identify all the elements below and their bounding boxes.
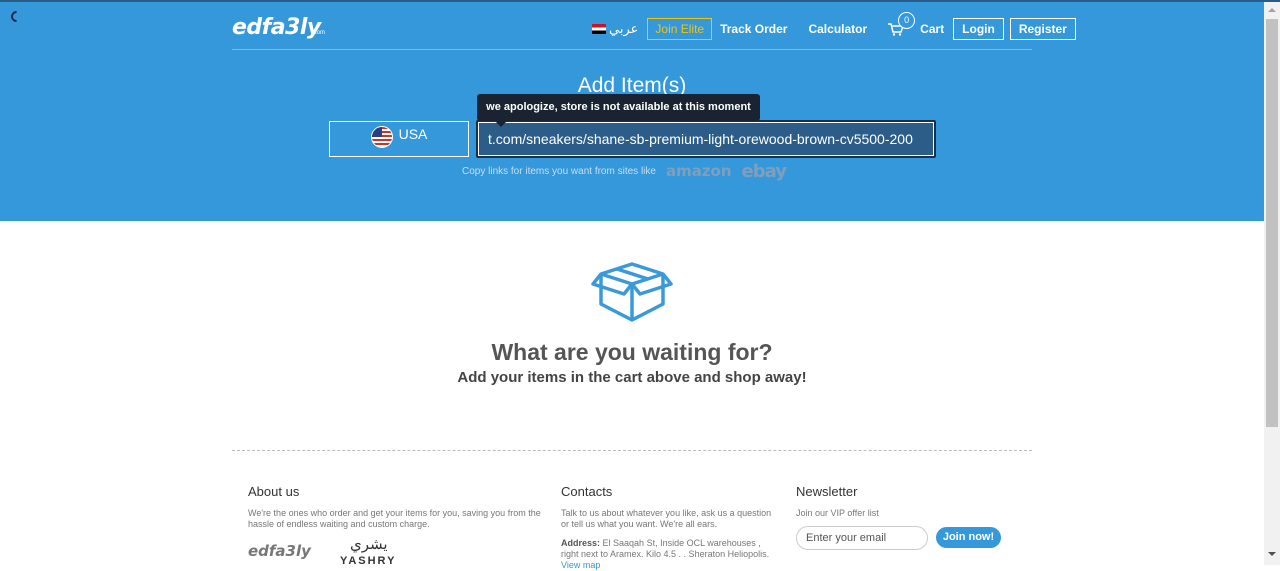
hero-section: edfa3ly .com عربي Join Elite Track Order… xyxy=(0,2,1264,221)
login-button[interactable]: Login xyxy=(953,18,1004,40)
egypt-flag-icon xyxy=(592,24,606,34)
logo-suffix: .com xyxy=(312,30,326,36)
copy-links-hint: Copy links for items you want from sites… xyxy=(462,160,787,182)
country-label: USA xyxy=(398,126,428,142)
cart-count-badge: 0 xyxy=(898,11,916,29)
register-button[interactable]: Register xyxy=(1009,18,1076,40)
item-url-input[interactable]: t.com/sneakers/shane-sb-premium-light-or… xyxy=(476,120,936,158)
cart-label: Cart xyxy=(920,22,945,36)
newsletter-text: Join our VIP offer list xyxy=(796,508,879,518)
hint-text: Copy links for items you want from sites… xyxy=(462,165,656,177)
address-label: Address: xyxy=(561,538,601,548)
cart-icon: 0 xyxy=(888,11,916,36)
contacts-heading: Contacts xyxy=(561,484,613,499)
join-now-button[interactable]: Join now! xyxy=(936,527,1001,548)
empty-cart-title: What are you waiting for? xyxy=(491,339,773,365)
logo-text: edfa3ly xyxy=(232,14,321,40)
scrollbar-thumb[interactable] xyxy=(1266,19,1278,427)
track-order-link[interactable]: Track Order xyxy=(720,22,787,36)
store-unavailable-tooltip: we apologize, store is not available at … xyxy=(477,94,760,127)
contacts-text: Talk to us about whatever you like, ask … xyxy=(561,508,772,529)
language-switch[interactable]: عربي xyxy=(592,21,638,37)
loading-spinner-icon xyxy=(8,8,25,25)
empty-cart-subtitle: Add your items in the cart above and sho… xyxy=(457,369,807,386)
view-map-link[interactable]: View map xyxy=(561,560,600,570)
logo[interactable]: edfa3ly .com xyxy=(232,10,325,44)
scroll-up-arrow-icon[interactable] xyxy=(1268,8,1276,12)
scroll-down-arrow-icon[interactable] xyxy=(1268,552,1276,556)
header-divider xyxy=(232,49,1032,50)
box-icon xyxy=(591,252,673,329)
newsletter-email-input[interactable]: Enter your email xyxy=(796,526,928,550)
contacts-address: Address: El Saaqah St, Inside OCL wareho… xyxy=(561,538,776,571)
about-text: We're the ones who order and get your it… xyxy=(248,508,541,529)
cart-link[interactable]: 0 Cart xyxy=(888,11,945,36)
footer-edfa3ly-logo[interactable]: edfa3ly xyxy=(248,542,311,560)
about-heading: About us xyxy=(248,484,300,499)
footer-divider xyxy=(232,450,1032,451)
newsletter-heading: Newsletter xyxy=(796,484,858,499)
calculator-link[interactable]: Calculator xyxy=(808,22,867,36)
vertical-scrollbar[interactable] xyxy=(1264,2,1280,565)
ebay-logo: ebay xyxy=(741,160,787,182)
country-selector[interactable]: USA xyxy=(329,121,469,157)
language-label: عربي xyxy=(609,21,639,36)
usa-flag-icon xyxy=(370,126,393,148)
join-elite-button[interactable]: Join Elite xyxy=(647,18,713,40)
amazon-logo: amazon xyxy=(665,162,732,180)
yashry-logo-arabic[interactable]: يشري xyxy=(350,535,388,553)
yashry-logo[interactable]: YASHRY xyxy=(340,555,396,567)
top-nav: عربي Join Elite Track Order Calculator 0… xyxy=(592,11,1082,40)
